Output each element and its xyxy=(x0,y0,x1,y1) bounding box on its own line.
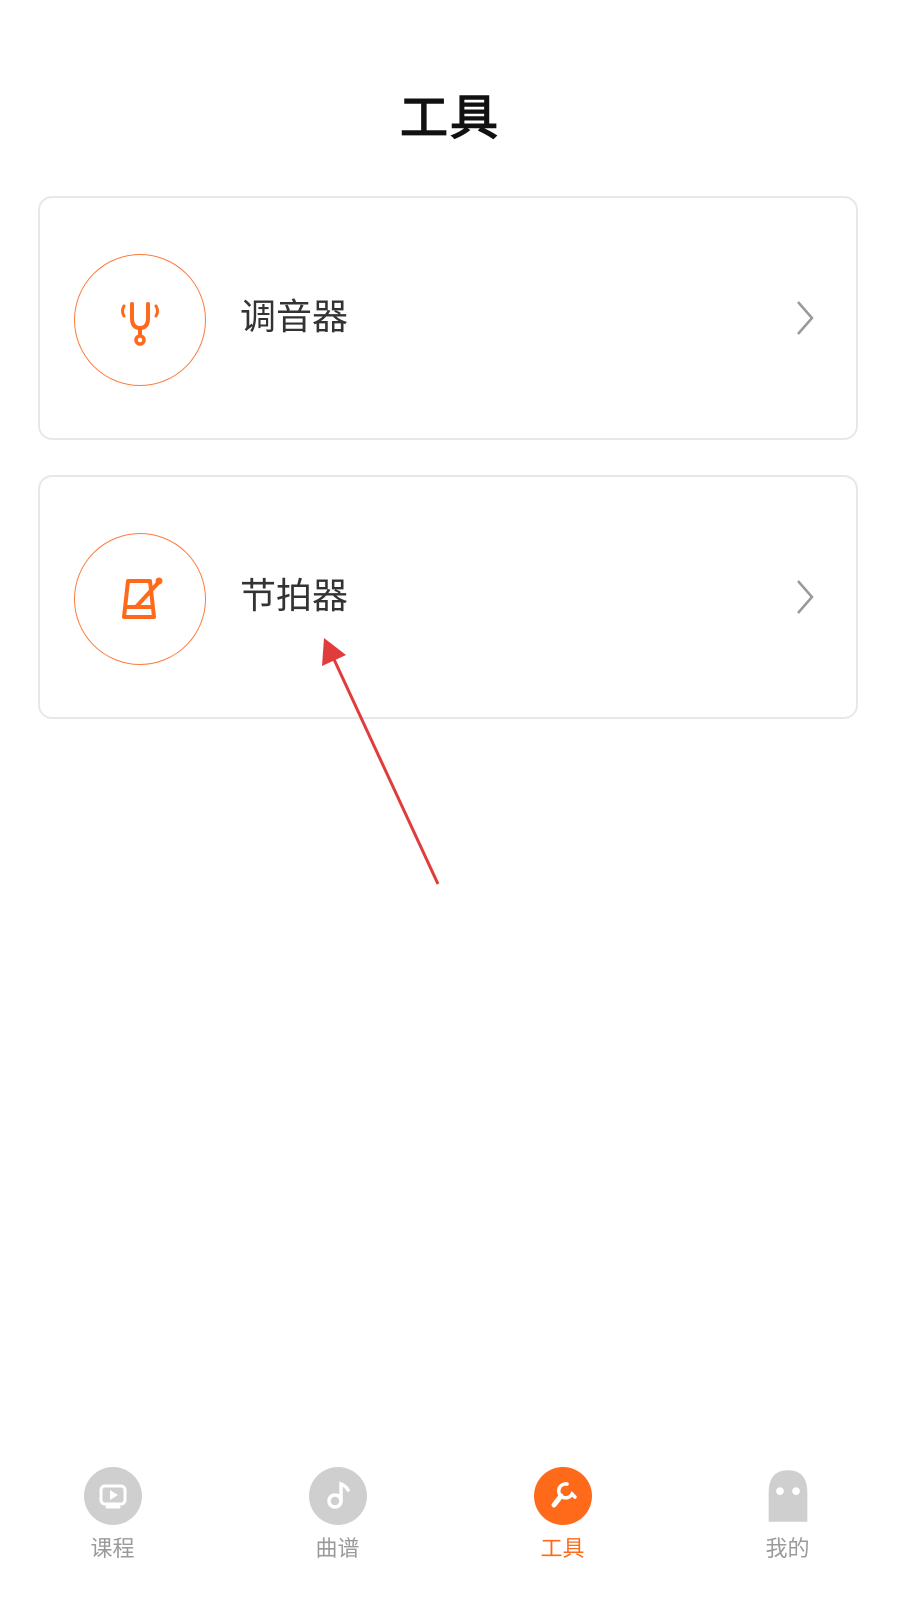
tab-sheet-music[interactable]: 曲谱 xyxy=(225,1455,450,1600)
tab-mine[interactable]: 我的 xyxy=(675,1455,900,1600)
tools-screen: 工具 调音器 节拍器 课程 曲谱 工具 我的 xyxy=(0,0,900,1600)
page-title: 工具 xyxy=(399,90,500,146)
metronome-label: 节拍器 xyxy=(240,576,349,617)
tab-course[interactable]: 课程 xyxy=(0,1455,225,1600)
chevron-right-icon xyxy=(797,580,814,614)
chevron-right-icon xyxy=(797,301,814,335)
bottom-tab-bar: 课程 曲谱 工具 我的 xyxy=(0,1455,900,1600)
wrench-icon xyxy=(533,1467,592,1525)
tab-course-label: 课程 xyxy=(90,1537,135,1562)
tab-mine-label: 我的 xyxy=(765,1537,810,1562)
tuner-label: 调音器 xyxy=(240,297,349,338)
tab-sheet-music-label: 曲谱 xyxy=(315,1537,360,1562)
music-note-icon xyxy=(308,1467,367,1525)
profile-ghost-icon xyxy=(759,1467,817,1525)
tuner-icon-ring xyxy=(74,254,206,386)
course-play-icon xyxy=(83,1467,142,1525)
metronome-icon-ring xyxy=(74,533,206,665)
tuner-card[interactable]: 调音器 xyxy=(38,196,858,440)
metronome-icon xyxy=(122,577,163,619)
metronome-card[interactable]: 节拍器 xyxy=(38,475,858,719)
tab-tools[interactable]: 工具 xyxy=(450,1455,675,1600)
tab-tools-label: 工具 xyxy=(540,1537,585,1562)
tuning-fork-icon xyxy=(121,302,159,346)
